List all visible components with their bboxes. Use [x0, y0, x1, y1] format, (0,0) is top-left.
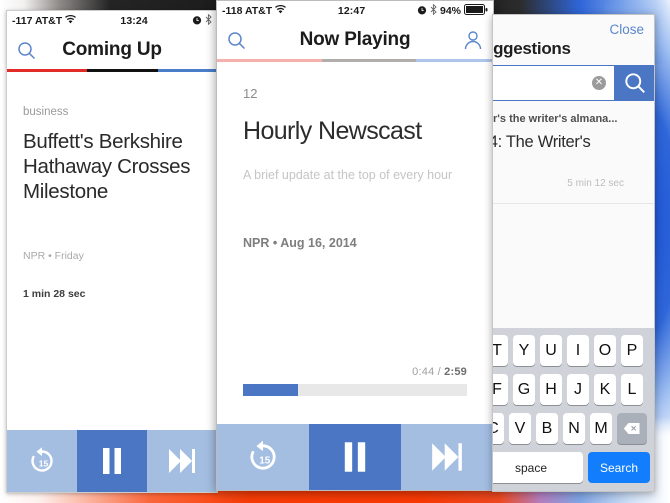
episode-title: Hourly Newscast: [243, 117, 422, 145]
key-o[interactable]: O: [594, 335, 616, 366]
progress-track[interactable]: [243, 384, 467, 396]
brand-bar-red: [7, 69, 87, 72]
suggestion-title: 014: The Writer's: [493, 133, 591, 151]
page-title: Now Playing: [299, 29, 411, 50]
brand-bar-blue: [158, 69, 217, 72]
backspace-icon[interactable]: [617, 413, 647, 444]
carrier-label: -118 AT&T: [222, 5, 273, 17]
key-n[interactable]: N: [563, 413, 585, 444]
episode-meta: NPR • Aug 16, 2014: [243, 236, 357, 250]
rewind-15-button[interactable]: 15: [7, 430, 77, 492]
close-button[interactable]: Close: [609, 22, 644, 37]
key-c[interactable]: C: [493, 413, 504, 444]
brand-bar-blue: [415, 59, 493, 62]
headline-line-3: Milestone: [23, 180, 109, 203]
progress-fill: [243, 384, 298, 396]
key-b[interactable]: B: [536, 413, 558, 444]
phone-screen-coming-up: -117 AT&T 13:24 Coming Up business Buffe: [6, 10, 218, 493]
status-time-mid: 12:47: [337, 5, 366, 17]
key-f[interactable]: F: [493, 374, 508, 405]
list-item[interactable]: eillor's the writer's almana... 014: The…: [493, 101, 654, 204]
phone-screen-suggestions: Close uggestions ✕ eillor's the writer's…: [492, 14, 655, 492]
elapsed-time: 0:44: [412, 366, 435, 378]
episode-subtitle: A brief update at the top of every hour: [243, 168, 453, 182]
bluetooth-icon: [430, 3, 437, 18]
pause-button[interactable]: [309, 424, 401, 490]
key-g[interactable]: G: [513, 374, 535, 405]
skip-forward-button[interactable]: [147, 430, 217, 492]
page-title: Coming Up: [62, 39, 162, 60]
key-u[interactable]: U: [540, 335, 562, 366]
skip-forward-button[interactable]: [401, 424, 493, 490]
key-i[interactable]: I: [567, 335, 589, 366]
story-duration: 1 min 28 sec: [23, 288, 86, 300]
phone-screen-now-playing: -118 AT&T 12:47 94% Now Playing 12 Hourl…: [216, 0, 494, 491]
page-title: uggestions: [493, 39, 571, 58]
nav-bar-mid: Now Playing: [217, 21, 493, 59]
pause-button[interactable]: [77, 430, 147, 492]
key-y[interactable]: Y: [513, 335, 535, 366]
status-bar-left: -117 AT&T 13:24: [7, 11, 217, 31]
search-submit-button[interactable]: [614, 66, 654, 100]
total-time: 2:59: [444, 366, 467, 378]
brand-bar-black: [86, 69, 159, 72]
person-icon[interactable]: [463, 30, 483, 50]
battery-percent-label: 94%: [439, 5, 461, 17]
keyboard-row-1: TYUIOP: [493, 335, 654, 366]
suggestion-duration: 5 min 12 sec: [567, 178, 624, 189]
story-headline: Buffett's Berkshire Hathaway Crosses Mil…: [23, 129, 201, 204]
carrier-label: -117 AT&T: [12, 15, 63, 27]
playback-time-label: 0:44 / 2:59: [243, 366, 467, 378]
playback-progress[interactable]: 0:44 / 2:59: [243, 366, 467, 396]
suggestions-topbar: Close uggestions: [493, 15, 654, 65]
onscreen-keyboard: TYUIOP FGHJKL CVBNM space Search: [493, 328, 654, 491]
rewind-seconds-label: 15: [259, 455, 271, 466]
search-icon[interactable]: [17, 41, 36, 60]
search-input[interactable]: ✕: [493, 66, 614, 100]
npr-brand-bar-left: [7, 69, 217, 72]
alarm-icon: [192, 15, 202, 28]
search-key[interactable]: Search: [588, 452, 650, 483]
story-byline: NPR • Friday: [23, 250, 84, 262]
story-kicker: business: [23, 106, 69, 118]
npr-brand-bar-mid: [217, 59, 493, 62]
time-separator: /: [434, 366, 445, 378]
search-icon[interactable]: [227, 31, 246, 50]
key-l[interactable]: L: [621, 374, 643, 405]
key-h[interactable]: H: [540, 374, 562, 405]
episode-number: 12: [243, 86, 258, 101]
rewind-15-button[interactable]: 15: [217, 424, 309, 490]
status-bar-mid: -118 AT&T 12:47 94%: [217, 1, 493, 21]
headline-line-2: Hathaway Crosses: [23, 155, 191, 178]
keyboard-bottom-row: space Search: [493, 452, 654, 483]
transport-bar-left: 15: [7, 430, 217, 492]
clear-circle-icon[interactable]: ✕: [592, 76, 606, 90]
alarm-icon: [417, 5, 427, 18]
episode-detail: 12 Hourly Newscast A brief update at the…: [217, 86, 493, 250]
search-bar: ✕: [493, 65, 654, 101]
brand-bar-red: [217, 59, 322, 62]
status-time-left: 13:24: [120, 15, 148, 27]
key-p[interactable]: P: [621, 335, 643, 366]
key-v[interactable]: V: [509, 413, 531, 444]
rewind-seconds-label: 15: [39, 459, 49, 469]
space-key[interactable]: space: [493, 452, 583, 483]
key-k[interactable]: K: [594, 374, 616, 405]
battery-icon: [464, 4, 488, 18]
keyboard-row-2: FGHJKL: [493, 374, 654, 405]
key-j[interactable]: J: [567, 374, 589, 405]
suggestion-subtitle: eillor's the writer's almana...: [493, 113, 618, 125]
wifi-icon: [65, 15, 77, 27]
nav-bar-left: Coming Up: [7, 31, 217, 69]
headline-line-1: Buffett's Berkshire: [23, 130, 183, 153]
keyboard-row-3: CVBNM: [493, 413, 654, 444]
bluetooth-icon: [205, 13, 212, 28]
suggestions-list: eillor's the writer's almana... 014: The…: [493, 101, 654, 204]
story-card[interactable]: business Buffett's Berkshire Hathaway Cr…: [7, 106, 217, 300]
key-t[interactable]: T: [493, 335, 508, 366]
brand-bar-black: [321, 59, 416, 62]
key-m[interactable]: M: [590, 413, 612, 444]
wifi-icon: [275, 5, 287, 17]
transport-bar-mid: 15: [217, 424, 493, 490]
